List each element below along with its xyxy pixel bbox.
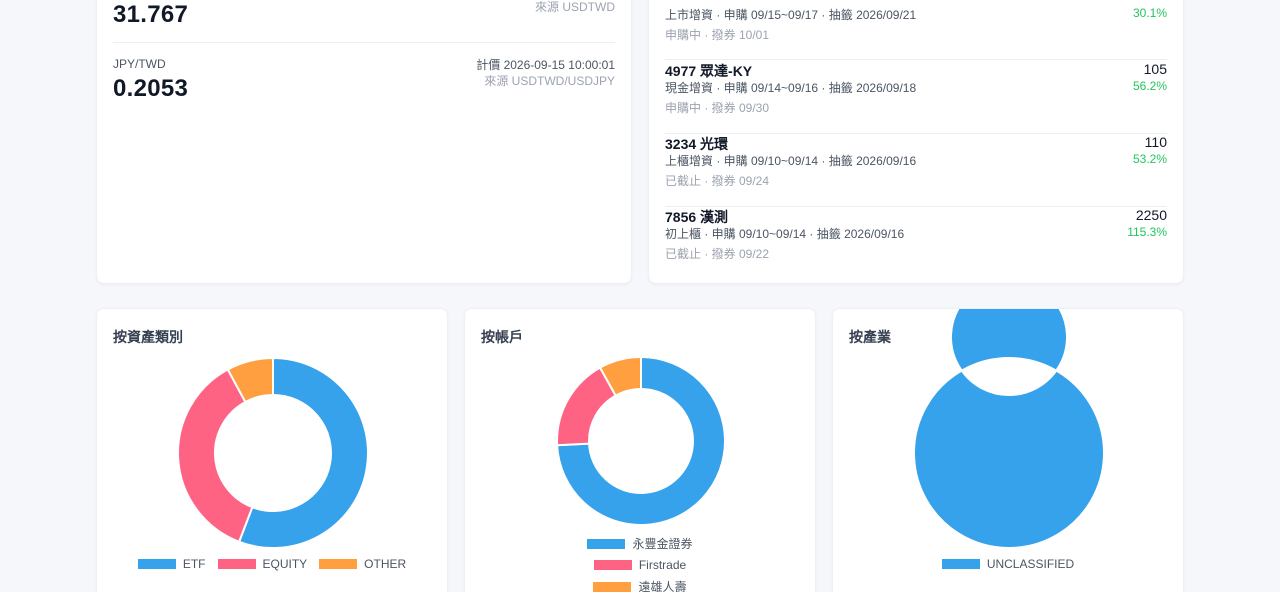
legend-swatch [587,538,626,549]
ipo-price: 105 [1143,61,1167,77]
ipo-list-item[interactable]: 4977 眾達-KY 現金增資 · 申購 09/14~09/16 · 抽籤 20… [665,61,1167,134]
legend-label: 永豐金證券 [632,537,693,551]
legend-label: OTHER [364,557,407,571]
legend-item[interactable]: OTHER [319,557,406,571]
ipo-status: 申購中 · 撥券 09/30 [665,101,770,115]
chart-legend: 永豐金證券 Firstrade 遠雄人壽 [465,535,815,592]
industry-chart-card: 按產業 UNCLASSIFIED [832,308,1184,592]
divider [113,42,615,43]
legend-swatch [137,559,176,569]
ipo-detail: 上櫃增資 · 申購 09/10~09/14 · 抽籤 2026/09/16 [665,154,917,168]
legend-item[interactable]: UNCLASSIFIED [941,557,1075,571]
ipo-name: 3234 光環 [665,136,729,152]
fx-rates-card: 31.767 來源 USDTWD JPY/TWD 0.2053 計價 2026-… [96,0,632,284]
ipo-status: 已截止 · 撥券 09/24 [665,174,770,188]
chart-legend: ETF EQUITY OTHER [97,557,447,571]
ipo-pct: 56.2% [1132,79,1167,93]
legend-item[interactable]: 永豐金證券 [587,535,693,552]
ipo-pct: 30.1% [1132,6,1167,20]
ipo-list-card: 上市增資 · 申購 09/15~09/17 · 抽籤 2026/09/21 申購… [648,0,1184,284]
fx-time: 計價 2026-09-15 10:00:01 [476,58,615,72]
ipo-list-item[interactable]: 上市增資 · 申購 09/15~09/17 · 抽籤 2026/09/21 申購… [665,0,1167,60]
legend-item[interactable]: ETF [137,557,206,571]
ipo-list-item[interactable]: 3234 光環 上櫃增資 · 申購 09/10~09/14 · 抽籤 2026/… [665,134,1167,207]
ipo-status: 已截止 · 撥券 09/22 [665,247,770,261]
legend-item[interactable]: Firstrade [593,558,687,572]
asset-class-chart-card: 按資產類別 ETF EQUITY OTHER [96,308,448,592]
industry-donut-chart [913,309,1105,549]
legend-swatch [217,559,256,569]
ipo-list-item[interactable]: 7856 漢測 初上櫃 · 申購 09/10~09/14 · 抽籤 2026/0… [665,207,1167,280]
legend-swatch [319,559,358,569]
legend-item[interactable]: EQUITY [217,557,308,571]
legend-label: Firstrade [638,558,687,572]
ipo-price: 110 [1144,134,1167,150]
ipo-status: 申購中 · 撥券 10/01 [665,28,770,42]
legend-label: EQUITY [262,557,308,571]
fx-source: 來源 USDTWD/USDJPY [484,74,615,88]
account-chart-card: 按帳戶 永豐金證券 Firstrade 遠雄人壽 [464,308,816,592]
asset-class-donut-chart [177,356,369,549]
ipo-pct: 53.2% [1132,152,1167,166]
fx-row-jpy: JPY/TWD 0.2053 計價 2026-09-15 10:00:01 來源… [113,57,615,103]
chart-legend: UNCLASSIFIED [833,557,1183,571]
ipo-price: 2250 [1135,207,1167,223]
legend-label: UNCLASSIFIED [986,557,1075,571]
legend-swatch [941,559,980,569]
ipo-pct: 115.3% [1127,225,1167,239]
fx-source: 來源 USDTWD [535,0,615,14]
fx-row-usd: 31.767 來源 USDTWD [113,0,615,29]
donut-slice-unclassified[interactable] [913,309,1105,549]
legend-label: ETF [182,557,206,571]
ipo-detail: 上市增資 · 申購 09/15~09/17 · 抽籤 2026/09/21 [665,8,917,22]
legend-swatch [593,581,632,592]
ipo-detail: 初上櫃 · 申購 09/10~09/14 · 抽籤 2026/09/16 [665,227,905,241]
ipo-name: 7856 漢測 [665,209,729,225]
legend-label: 遠雄人壽 [638,580,687,592]
legend-item[interactable]: 遠雄人壽 [593,578,687,592]
ipo-name: 4977 眾達-KY [665,63,753,79]
ipo-detail: 現金增資 · 申購 09/14~09/16 · 抽籤 2026/09/18 [665,81,917,95]
legend-swatch [593,560,632,570]
